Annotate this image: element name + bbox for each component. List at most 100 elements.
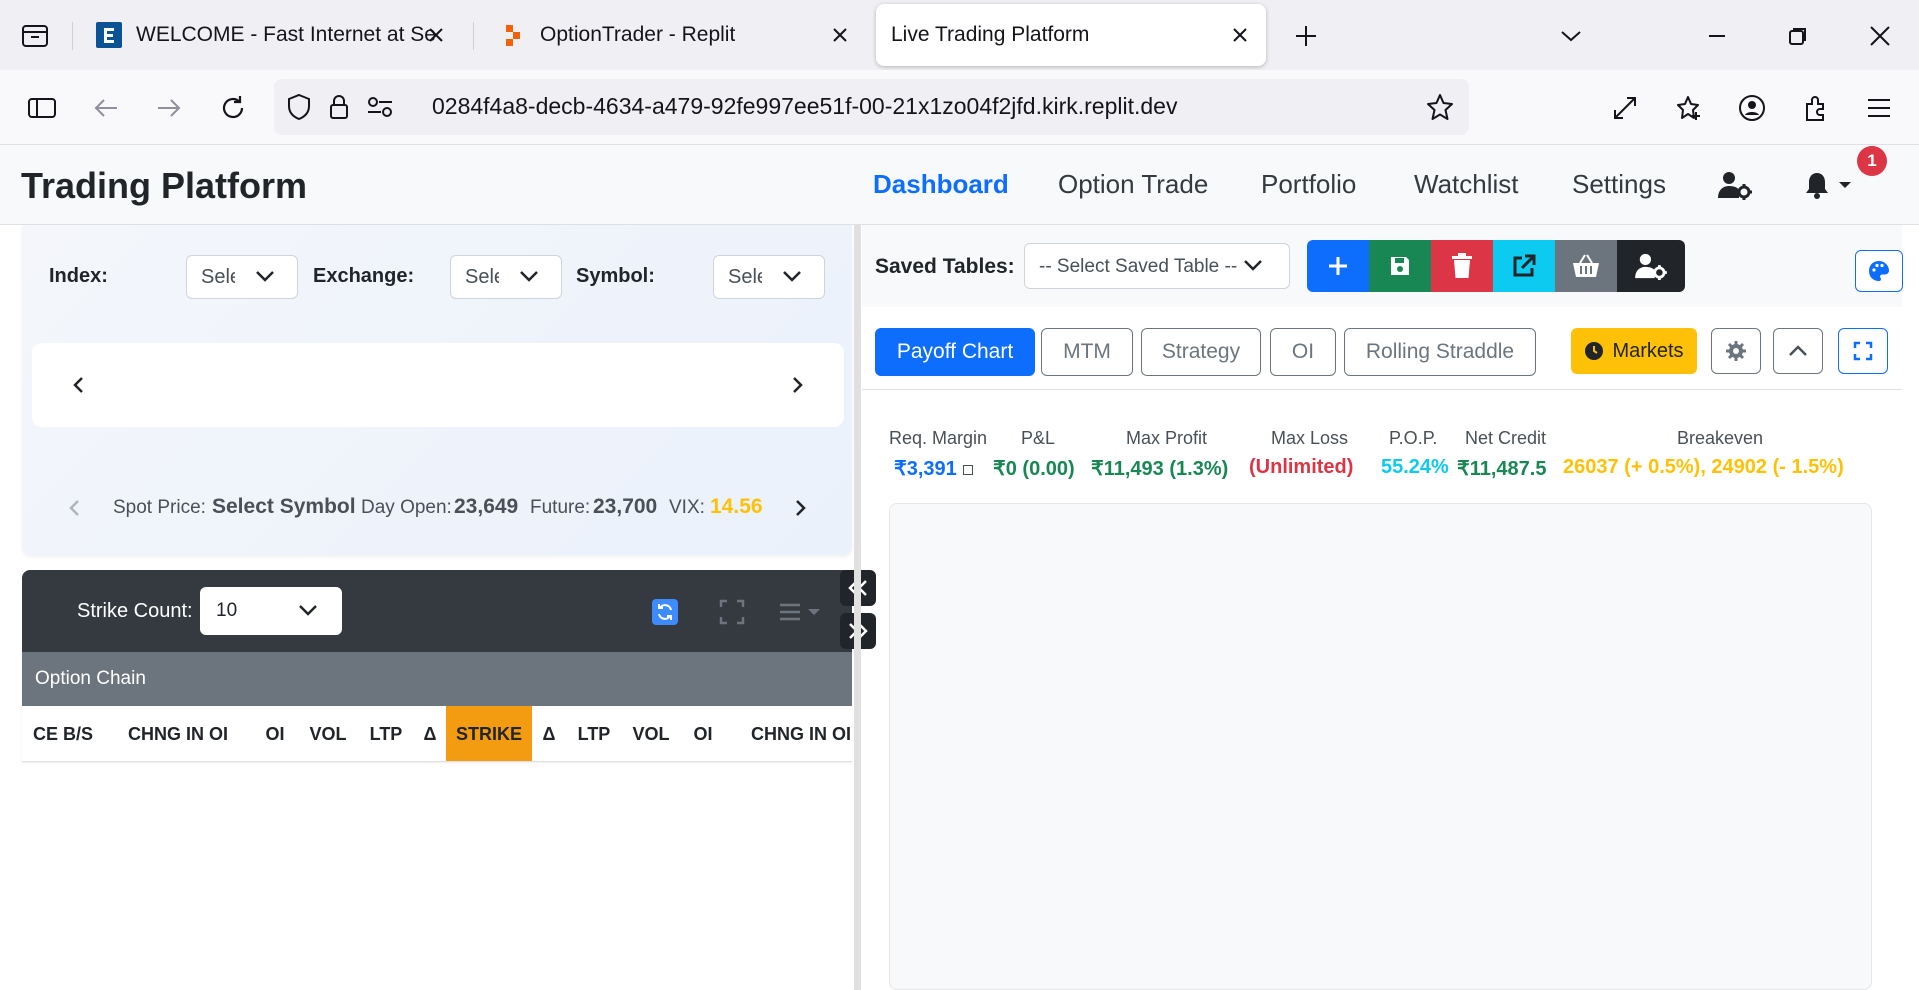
- chevron-right-icon[interactable]: [791, 493, 811, 523]
- strike-count-select[interactable]: 10: [200, 587, 342, 635]
- collapse-up-button[interactable]: [1773, 328, 1823, 374]
- forward-icon[interactable]: [149, 88, 189, 128]
- tab-oi[interactable]: OI: [1270, 328, 1336, 376]
- saved-table-select[interactable]: -- Select Saved Table --: [1024, 243, 1290, 289]
- nav-watchlist[interactable]: Watchlist: [1414, 169, 1519, 200]
- url-text: 0284f4a8-decb-4634-a479-92fe997ee51f-00-…: [432, 93, 1178, 119]
- sidebar-toggle-icon[interactable]: [22, 88, 62, 128]
- col-header-ce-ltp[interactable]: LTP: [358, 706, 414, 761]
- expand-icon[interactable]: [719, 598, 745, 626]
- browser-tab-replit[interactable]: OptionTrader - Replit: [484, 4, 866, 66]
- col-header-strike[interactable]: STRIKE: [446, 706, 532, 761]
- chart-settings-button[interactable]: [1711, 328, 1761, 374]
- back-icon[interactable]: [86, 88, 126, 128]
- fullscreen-arrows-icon[interactable]: [1605, 88, 1645, 128]
- col-header-pe-vol[interactable]: VOL: [622, 706, 680, 761]
- menu-hamburger-icon[interactable]: [1859, 88, 1899, 128]
- url-bar[interactable]: 0284f4a8-decb-4634-a479-92fe997ee51f-00-…: [274, 79, 1469, 135]
- basket-button[interactable]: [1555, 240, 1617, 292]
- chevron-left-icon[interactable]: [68, 370, 88, 400]
- symbol-label: Symbol:: [576, 265, 655, 287]
- user-settings-icon[interactable]: [1718, 165, 1752, 205]
- account-icon[interactable]: [1732, 88, 1772, 128]
- metric-label-breakeven: Breakeven: [1677, 428, 1764, 448]
- tab-rolling-straddle[interactable]: Rolling Straddle: [1344, 328, 1536, 376]
- minimize-icon[interactable]: [1697, 16, 1737, 56]
- fullscreen-icon: [1853, 341, 1873, 361]
- metric-label-req-margin: Req. Margin: [889, 428, 988, 448]
- close-tab-icon[interactable]: [424, 23, 448, 47]
- metric-value-breakeven: 26037 (+ 0.5%), 24902 (- 1.5%): [1563, 456, 1844, 478]
- shield-icon[interactable]: [286, 93, 312, 121]
- col-header-ce-chng-oi[interactable]: CHNG IN OI: [104, 706, 252, 761]
- save-icon: [1391, 257, 1409, 275]
- saved-table-placeholder: -- Select Saved Table --: [1039, 256, 1238, 277]
- close-tab-icon[interactable]: [1228, 23, 1252, 47]
- new-tab-icon[interactable]: [1286, 16, 1326, 56]
- gear-icon: [1726, 341, 1746, 361]
- exchange-select[interactable]: Select: [450, 255, 562, 299]
- tab-list-icon[interactable]: [14, 18, 56, 54]
- brand-title[interactable]: Trading Platform: [21, 165, 307, 207]
- theme-palette-button[interactable]: [1855, 250, 1903, 292]
- panel-resize-divider[interactable]: [854, 225, 861, 990]
- market-info-ticker: Spot Price: Select Symbol Day Open: 23,6…: [22, 487, 852, 527]
- column-menu-icon[interactable]: [778, 598, 822, 626]
- symbol-carousel: [32, 343, 844, 427]
- external-link-icon: [1513, 254, 1536, 277]
- bookmark-star-icon[interactable]: [1426, 93, 1454, 121]
- bookmarks-icon[interactable]: [1668, 88, 1708, 128]
- metric-label-max-profit: Max Profit: [1126, 428, 1208, 448]
- list-all-tabs-icon[interactable]: [1551, 16, 1591, 56]
- reload-icon[interactable]: [213, 88, 253, 128]
- tab-mtm[interactable]: MTM: [1041, 328, 1133, 376]
- notifications-bell-icon[interactable]: [1805, 165, 1855, 205]
- index-select[interactable]: Select: [186, 255, 298, 299]
- col-header-pe-delta[interactable]: Δ: [532, 706, 566, 761]
- nav-portfolio[interactable]: Portfolio: [1261, 169, 1356, 200]
- col-header-pe-oi[interactable]: OI: [680, 706, 726, 761]
- delete-table-button[interactable]: [1431, 240, 1493, 292]
- exchange-select-value: Select: [465, 266, 499, 288]
- payoff-metrics: Req. Margin ₹3,391 P&L ₹0 (0.00) Max Pro…: [862, 420, 1902, 490]
- chevron-right-icon[interactable]: [788, 370, 808, 400]
- fullscreen-button[interactable]: [1838, 328, 1888, 374]
- vix-label: VIX:: [669, 497, 705, 518]
- browser-tab-welcome[interactable]: WELCOME - Fast Internet at Sea: [84, 4, 462, 66]
- option-chain-header-row: CE B/S CHNG IN OI OI VOL LTP Δ STRIKE Δ …: [22, 706, 852, 762]
- user-config-button[interactable]: [1617, 240, 1685, 292]
- metric-label-net-credit: Net Credit: [1465, 428, 1547, 448]
- extensions-icon[interactable]: [1796, 88, 1836, 128]
- markets-button[interactable]: Markets: [1571, 328, 1697, 374]
- col-header-pe-ltp[interactable]: LTP: [566, 706, 622, 761]
- lock-icon[interactable]: [328, 93, 350, 121]
- nav-settings[interactable]: Settings: [1572, 169, 1666, 200]
- add-table-button[interactable]: [1307, 240, 1369, 292]
- browser-tab-active[interactable]: Live Trading Platform: [876, 4, 1266, 66]
- tab-title: Live Trading Platform: [891, 23, 1090, 46]
- tab-strategy[interactable]: Strategy: [1141, 328, 1261, 376]
- future-label: Future:: [530, 497, 591, 518]
- open-external-button[interactable]: [1493, 240, 1555, 292]
- col-header-pe-bs[interactable]: P: [848, 706, 852, 761]
- save-table-button[interactable]: [1369, 240, 1431, 292]
- metric-label-pnl: P&L: [1021, 428, 1056, 448]
- symbol-select[interactable]: Select: [713, 255, 825, 299]
- col-header-ce-oi[interactable]: OI: [252, 706, 298, 761]
- close-tab-icon[interactable]: [828, 23, 852, 47]
- restore-icon[interactable]: [1778, 16, 1818, 56]
- nav-dashboard[interactable]: Dashboard: [873, 169, 1009, 200]
- chevron-left-icon[interactable]: [64, 493, 84, 523]
- nav-option-trade[interactable]: Option Trade: [1058, 169, 1208, 200]
- tab-payoff-chart[interactable]: Payoff Chart: [875, 328, 1035, 376]
- tab-separator: [473, 22, 474, 50]
- col-header-pe-chng-oi[interactable]: CHNG IN OI: [726, 706, 852, 761]
- user-gear-icon: [1635, 253, 1667, 280]
- col-header-ce-vol[interactable]: VOL: [298, 706, 358, 761]
- site-permissions-icon[interactable]: [366, 95, 394, 119]
- close-window-icon[interactable]: [1860, 16, 1900, 56]
- refresh-icon[interactable]: [652, 598, 678, 626]
- col-header-ce-delta[interactable]: Δ: [414, 706, 446, 761]
- col-header-ce-bs[interactable]: CE B/S: [22, 706, 104, 761]
- payoff-chart-area[interactable]: [889, 503, 1872, 990]
